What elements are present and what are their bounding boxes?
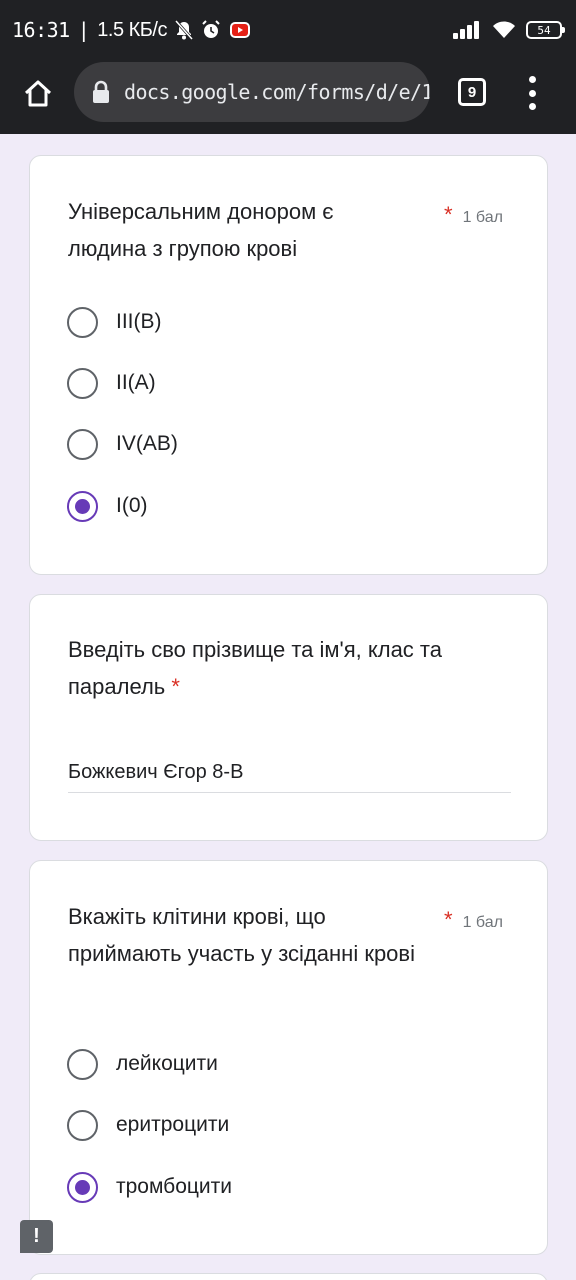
question-points: * 1 бал <box>444 907 503 933</box>
required-mark: * <box>171 674 180 699</box>
option-label: II(A) <box>116 371 156 394</box>
status-time: 16:31 <box>12 18 70 42</box>
status-bar: 16:31 | 1.5 КБ/с 54 <box>0 0 576 62</box>
url-text: docs.google.com/forms/d/e/1 <box>124 80 430 104</box>
status-separator: | <box>77 18 90 42</box>
network-speed: 1.5 КБ/с <box>97 18 167 41</box>
radio-button[interactable] <box>67 1048 98 1080</box>
question-card-3: Вкажіть клітини крові, що приймають учас… <box>29 860 548 1255</box>
report-problem-icon[interactable]: ! <box>20 1220 53 1253</box>
radio-button[interactable] <box>67 367 98 399</box>
home-button[interactable] <box>18 74 58 114</box>
answer-input[interactable] <box>68 753 511 793</box>
alarm-icon <box>201 20 221 40</box>
option-erythrocytes[interactable]: еритроцити <box>67 1108 229 1142</box>
tab-switcher-button[interactable]: 9 <box>458 78 486 106</box>
question-title: Введіть сво прізвище та ім'я, клас та па… <box>68 631 518 705</box>
option-label: IV(AB) <box>116 432 178 455</box>
option-label: I(0) <box>116 494 148 517</box>
radio-button-selected[interactable] <box>67 490 98 522</box>
wifi-icon <box>492 20 516 40</box>
more-vert-icon[interactable] <box>520 76 544 110</box>
option-thrombocytes[interactable]: тромбоцити <box>67 1170 232 1204</box>
option-iv-ab[interactable]: IV(AB) <box>67 427 178 461</box>
question-title: Універсальним донором є людина з групою … <box>68 193 398 267</box>
option-label: тромбоцити <box>116 1175 232 1198</box>
question-card-2: Введіть сво прізвище та ім'я, клас та па… <box>29 594 548 841</box>
tab-count: 9 <box>467 83 477 101</box>
signal-icon <box>452 20 482 40</box>
question-text: Вкажіть клітини крові, що приймають учас… <box>68 904 415 966</box>
option-iii-b[interactable]: III(B) <box>67 305 162 339</box>
option-label: лейкоцити <box>116 1052 218 1075</box>
next-question-card <box>29 1273 548 1280</box>
question-text: Універсальним донором є людина з групою … <box>68 199 334 261</box>
battery-icon: 54 <box>526 21 565 39</box>
youtube-icon <box>229 21 251 39</box>
report-mark: ! <box>33 1225 40 1247</box>
address-bar[interactable]: docs.google.com/forms/d/e/1 <box>74 62 430 122</box>
question-text: Введіть сво прізвище та ім'я, клас та па… <box>68 637 442 699</box>
mute-icon <box>174 20 193 40</box>
radio-button[interactable] <box>67 428 98 460</box>
home-icon <box>24 80 52 107</box>
radio-button[interactable] <box>67 1109 98 1141</box>
option-leukocytes[interactable]: лейкоцити <box>67 1047 218 1081</box>
lock-icon <box>88 79 114 105</box>
required-mark: * <box>444 907 453 932</box>
points-label: 1 бал <box>462 914 503 931</box>
points-label: 1 бал <box>462 209 503 226</box>
question-title: Вкажіть клітини крові, що приймають учас… <box>68 898 418 972</box>
option-ii-a[interactable]: II(A) <box>67 366 156 400</box>
browser-toolbar: docs.google.com/forms/d/e/1 9 <box>0 62 576 134</box>
radio-button[interactable] <box>67 306 98 338</box>
question-points: * 1 бал <box>444 202 503 228</box>
option-label: III(B) <box>116 310 162 333</box>
option-label: еритроцити <box>116 1113 230 1136</box>
question-card-1: Універсальним донором є людина з групою … <box>29 155 548 575</box>
radio-button-selected[interactable] <box>67 1171 98 1203</box>
battery-level: 54 <box>537 23 551 37</box>
required-mark: * <box>444 202 453 227</box>
option-i-0[interactable]: I(0) <box>67 489 148 523</box>
